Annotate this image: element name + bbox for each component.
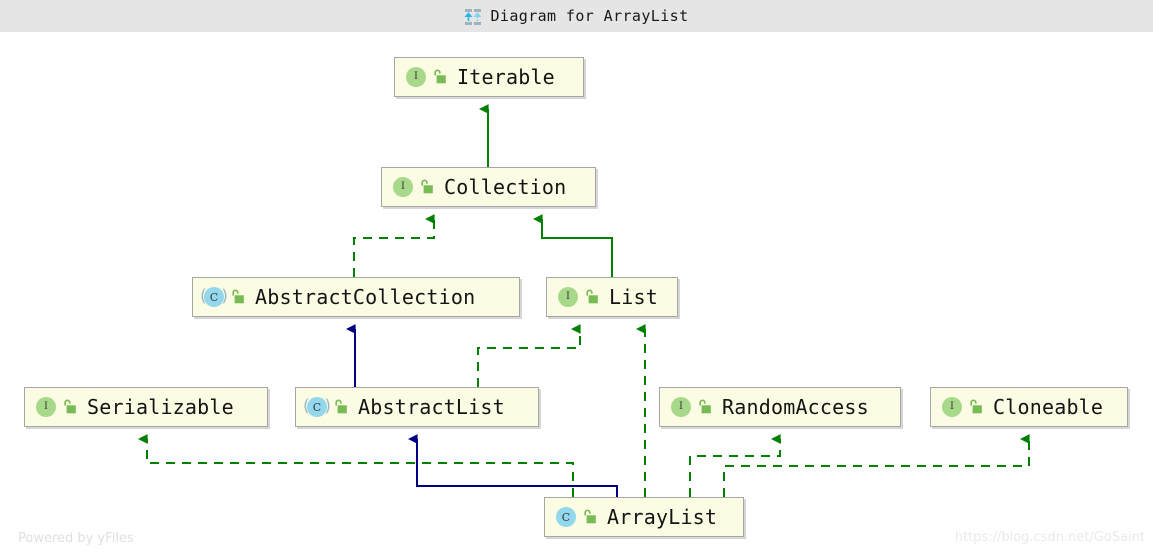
abstract-paren-right: ) xyxy=(221,286,228,307)
class-node-randomaccess[interactable]: I RandomAccess xyxy=(659,387,901,427)
interface-badge-icon: I xyxy=(390,176,416,198)
window-title-text: Diagram for ArrayList xyxy=(490,7,689,25)
edge-arraylist-implements-randomaccess xyxy=(689,434,781,497)
interface-badge-icon: I xyxy=(403,66,429,88)
diagram-canvas[interactable]: I Iterable I Collection ( C ) AbstractCo… xyxy=(0,32,1153,558)
class-name-label: AbstractCollection xyxy=(255,285,476,309)
class-name-label: List xyxy=(609,285,658,309)
interface-badge-icon: I xyxy=(939,396,965,418)
class-badge-icon: C xyxy=(553,506,579,528)
interface-badge-letter: I xyxy=(36,397,56,417)
class-name-label: ArrayList xyxy=(607,505,718,529)
open-lock-icon xyxy=(230,289,245,305)
edge-arraylist-extends-abstractlist xyxy=(407,434,618,497)
class-node-collection[interactable]: I Collection xyxy=(381,167,596,207)
open-lock-icon xyxy=(582,509,597,525)
hierarchy-diagram-icon xyxy=(464,8,483,26)
class-node-abstractcollection[interactable]: ( C ) AbstractCollection xyxy=(192,277,520,317)
class-name-label: AbstractList xyxy=(358,395,505,419)
interface-badge-icon: I xyxy=(33,396,59,418)
class-node-arraylist[interactable]: C ArrayList xyxy=(544,497,744,537)
class-badge-letter: C xyxy=(556,507,576,527)
abstract-paren-left: ( xyxy=(200,286,207,307)
interface-badge-icon: I xyxy=(555,286,581,308)
class-name-label: Iterable xyxy=(457,65,555,89)
class-node-cloneable[interactable]: I Cloneable xyxy=(930,387,1128,427)
open-lock-icon xyxy=(419,179,434,195)
edge-arraylist-implements-serializable xyxy=(137,434,574,497)
interface-badge-icon: I xyxy=(668,396,694,418)
open-lock-icon xyxy=(333,399,348,415)
abstract-paren-left: ( xyxy=(303,396,310,417)
abstract-paren-right: ) xyxy=(324,396,331,417)
watermark-label: https://blog.csdn.net/GoSaint xyxy=(954,530,1145,545)
class-name-label: RandomAccess xyxy=(722,395,869,419)
edge-list-extends-collection xyxy=(532,214,613,277)
open-lock-icon xyxy=(432,69,447,85)
class-name-label: Cloneable xyxy=(993,395,1104,419)
interface-badge-letter: I xyxy=(406,67,426,87)
open-lock-icon xyxy=(584,289,599,305)
edge-arraylist-implements-cloneable xyxy=(723,434,1030,497)
open-lock-icon xyxy=(62,399,77,415)
open-lock-icon xyxy=(697,399,712,415)
abstract-class-badge-icon: ( C ) xyxy=(200,286,228,308)
class-node-iterable[interactable]: I Iterable xyxy=(394,57,584,97)
interface-badge-letter: I xyxy=(558,287,578,307)
open-lock-icon xyxy=(968,399,983,415)
edge-abstractlist-implements-list xyxy=(477,324,581,387)
interface-badge-letter: I xyxy=(942,397,962,417)
class-node-serializable[interactable]: I Serializable xyxy=(24,387,268,427)
class-name-label: Serializable xyxy=(87,395,234,419)
class-name-label: Collection xyxy=(444,175,567,199)
abstract-class-badge-icon: ( C ) xyxy=(303,396,331,418)
edge-abstractcollection-implements-collection xyxy=(353,214,435,277)
interface-badge-letter: I xyxy=(671,397,691,417)
window-title-bar: Diagram for ArrayList xyxy=(0,0,1153,32)
class-node-list[interactable]: I List xyxy=(546,277,678,317)
powered-by-label: Powered by yFiles xyxy=(18,531,134,546)
interface-badge-letter: I xyxy=(393,177,413,197)
class-node-abstractlist[interactable]: ( C ) AbstractList xyxy=(295,387,539,427)
